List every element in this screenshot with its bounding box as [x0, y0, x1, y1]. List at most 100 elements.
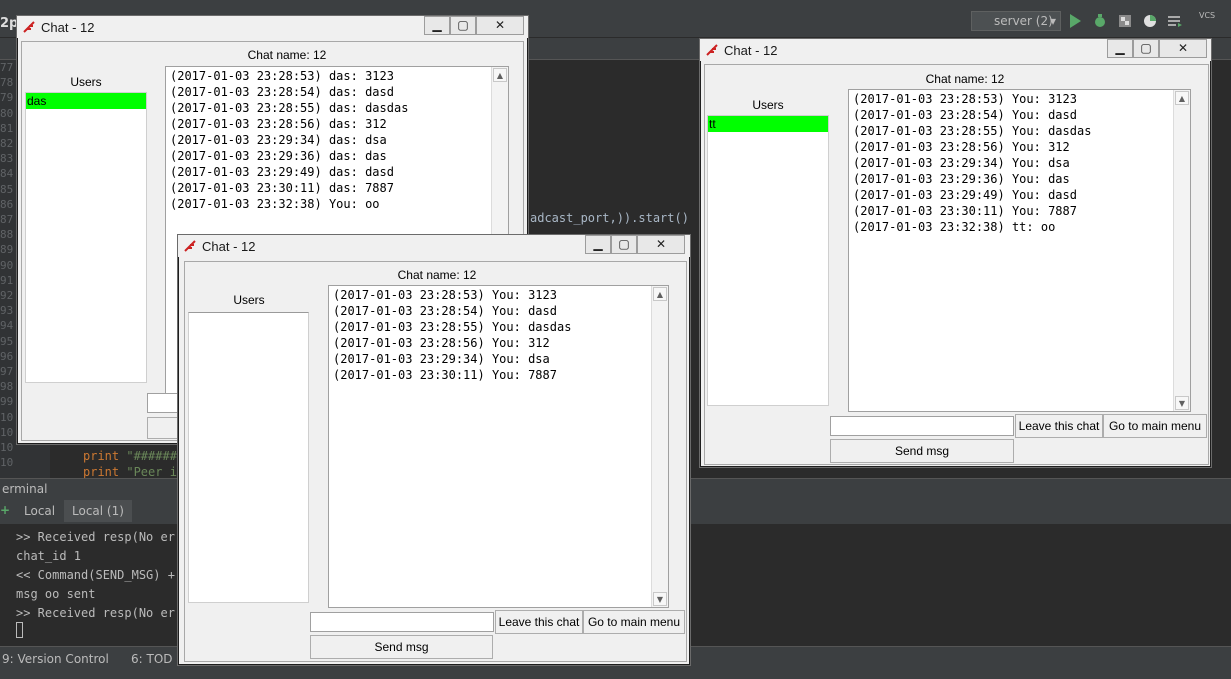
- line-number: 88: [0, 228, 14, 242]
- message-line: (2017-01-03 23:29:34) das: dsa: [170, 133, 387, 147]
- scroll-up-icon[interactable]: ▲: [1175, 91, 1189, 105]
- line-number: 97: [0, 365, 14, 379]
- close-icon[interactable]: ✕: [637, 235, 685, 254]
- message-entry[interactable]: [310, 612, 494, 632]
- users-listbox[interactable]: das: [25, 92, 147, 383]
- close-icon[interactable]: ✕: [476, 16, 524, 35]
- line-number: 78: [0, 76, 14, 90]
- messages-scrollbar[interactable]: ▲ ▼: [1173, 90, 1190, 411]
- maximize-icon[interactable]: ▢: [450, 16, 476, 35]
- line-number: 95: [0, 334, 14, 348]
- line-number: 92: [0, 289, 14, 303]
- chevron-down-icon: ▾: [1049, 14, 1056, 28]
- send-button[interactable]: Send msg: [830, 439, 1014, 463]
- line-number: 96: [0, 349, 14, 363]
- message-line: (2017-01-03 23:30:11) das: 7887: [170, 181, 394, 195]
- line-number: 86: [0, 197, 14, 211]
- send-button[interactable]: Send msg: [310, 635, 493, 659]
- title-bar[interactable]: Chat - 12 ▁ ▢ ✕: [700, 39, 1211, 61]
- tk-feather-icon: [183, 239, 197, 253]
- minimize-icon[interactable]: ▁: [424, 16, 450, 35]
- code-print-line-2: print "Peer i: [83, 465, 177, 479]
- terminal-line: >> Received resp(No err: [16, 530, 183, 544]
- line-number: 103: [0, 456, 14, 470]
- message-line: (2017-01-03 23:29:36) das: das: [170, 149, 387, 163]
- profile-icon[interactable]: [1142, 13, 1158, 29]
- window-title: Chat - 12: [724, 43, 778, 58]
- terminal-line: << Command(SEND_MSG) +: [16, 568, 175, 582]
- run-icon[interactable]: [1068, 13, 1082, 29]
- line-number: 87: [0, 213, 14, 227]
- line-number: 100: [0, 410, 14, 424]
- add-terminal-icon[interactable]: +: [0, 503, 10, 517]
- leave-chat-button[interactable]: Leave this chat: [495, 610, 583, 634]
- window-title: Chat - 12: [202, 239, 256, 254]
- main-menu-button[interactable]: Go to main menu: [583, 610, 685, 634]
- users-listbox[interactable]: [188, 312, 309, 603]
- terminal-line: chat_id 1: [16, 549, 82, 563]
- line-number: 98: [0, 380, 14, 394]
- line-number: 80: [0, 106, 14, 120]
- maximize-icon[interactable]: ▢: [1133, 39, 1159, 58]
- message-line: (2017-01-03 23:28:56) You: 312: [333, 336, 550, 350]
- message-line: (2017-01-03 23:28:55) You: dasdas: [853, 124, 1092, 138]
- line-number: 90: [0, 258, 14, 272]
- line-number: 81: [0, 121, 14, 135]
- main-menu-button[interactable]: Go to main menu: [1103, 414, 1207, 438]
- message-line: (2017-01-03 23:28:53) das: 3123: [170, 69, 394, 83]
- line-number: 93: [0, 304, 14, 318]
- line-number: 83: [0, 152, 14, 166]
- messages-textbox[interactable]: (2017-01-03 23:28:53) You: 3123 (2017-01…: [328, 285, 669, 608]
- line-number: 82: [0, 137, 14, 151]
- terminal-tab-local[interactable]: Local: [16, 500, 63, 522]
- close-icon[interactable]: ✕: [1159, 39, 1207, 58]
- message-entry[interactable]: [830, 416, 1014, 436]
- title-bar[interactable]: Chat - 12 ▁ ▢ ✕: [17, 16, 528, 38]
- chat-name-label: Chat name: 12: [247, 48, 327, 62]
- scroll-down-icon[interactable]: ▼: [1175, 396, 1189, 410]
- line-number: 77: [0, 61, 14, 74]
- message-line: (2017-01-03 23:28:55) das: dasdas: [170, 101, 409, 115]
- minimize-icon[interactable]: ▁: [1107, 39, 1133, 58]
- users-listbox[interactable]: tt: [707, 115, 829, 406]
- title-bar[interactable]: Chat - 12 ▁ ▢ ✕: [178, 235, 690, 257]
- users-header: Users: [752, 98, 784, 112]
- minimize-icon[interactable]: ▁: [585, 235, 611, 254]
- messages-scrollbar[interactable]: ▲ ▼: [651, 286, 668, 607]
- scroll-up-icon[interactable]: ▲: [653, 287, 667, 301]
- messages-textbox[interactable]: (2017-01-03 23:28:53) You: 3123 (2017-01…: [848, 89, 1191, 412]
- line-number: 101: [0, 425, 14, 439]
- leave-chat-button[interactable]: Leave this chat: [1015, 414, 1103, 438]
- scroll-down-icon[interactable]: ▼: [653, 592, 667, 606]
- chat-window-3: Chat - 12 ▁ ▢ ✕ Chat name: 12 Users tt (…: [699, 38, 1212, 468]
- maximize-icon[interactable]: ▢: [611, 235, 637, 254]
- terminal-line: msg oo sent: [16, 587, 96, 601]
- message-line: (2017-01-03 23:28:54) das: dasd: [170, 85, 394, 99]
- status-version-control[interactable]: 9: Version Control: [2, 652, 109, 666]
- message-line: (2017-01-03 23:28:53) You: 3123: [853, 92, 1077, 106]
- message-line: (2017-01-03 23:28:56) You: 312: [853, 140, 1070, 154]
- message-line: (2017-01-03 23:30:11) You: 7887: [333, 368, 557, 382]
- build-icon[interactable]: [1167, 13, 1183, 29]
- users-header: Users: [70, 75, 102, 89]
- line-number: 84: [0, 167, 14, 181]
- tk-feather-icon: [705, 43, 719, 57]
- debug-icon[interactable]: [1092, 13, 1108, 29]
- message-line: (2017-01-03 23:28:55) You: dasdas: [333, 320, 572, 334]
- line-number: 85: [0, 182, 14, 196]
- terminal-line: >> Received resp(No err: [16, 606, 183, 620]
- terminal-tab-local-1[interactable]: Local (1): [64, 500, 132, 522]
- vcs-label[interactable]: VCS: [1199, 11, 1215, 20]
- status-todo[interactable]: 6: TOD: [131, 652, 173, 666]
- run-config-select[interactable]: server (2) ▾: [971, 11, 1061, 31]
- user-list-item[interactable]: das: [26, 93, 146, 109]
- user-list-item[interactable]: tt: [708, 116, 828, 132]
- window-client: Chat name: 12 Users (2017-01-03 23:28:53…: [184, 261, 687, 662]
- message-line: (2017-01-03 23:28:54) You: dasd: [853, 108, 1077, 122]
- line-number: 102: [0, 441, 14, 455]
- message-line: (2017-01-03 23:32:38) tt: oo: [853, 220, 1056, 234]
- scroll-up-icon[interactable]: ▲: [493, 68, 507, 82]
- window-client: Chat name: 12 Users tt (2017-01-03 23:28…: [704, 64, 1209, 465]
- message-line: (2017-01-03 23:29:34) You: dsa: [333, 352, 550, 366]
- coverage-icon[interactable]: [1117, 13, 1133, 29]
